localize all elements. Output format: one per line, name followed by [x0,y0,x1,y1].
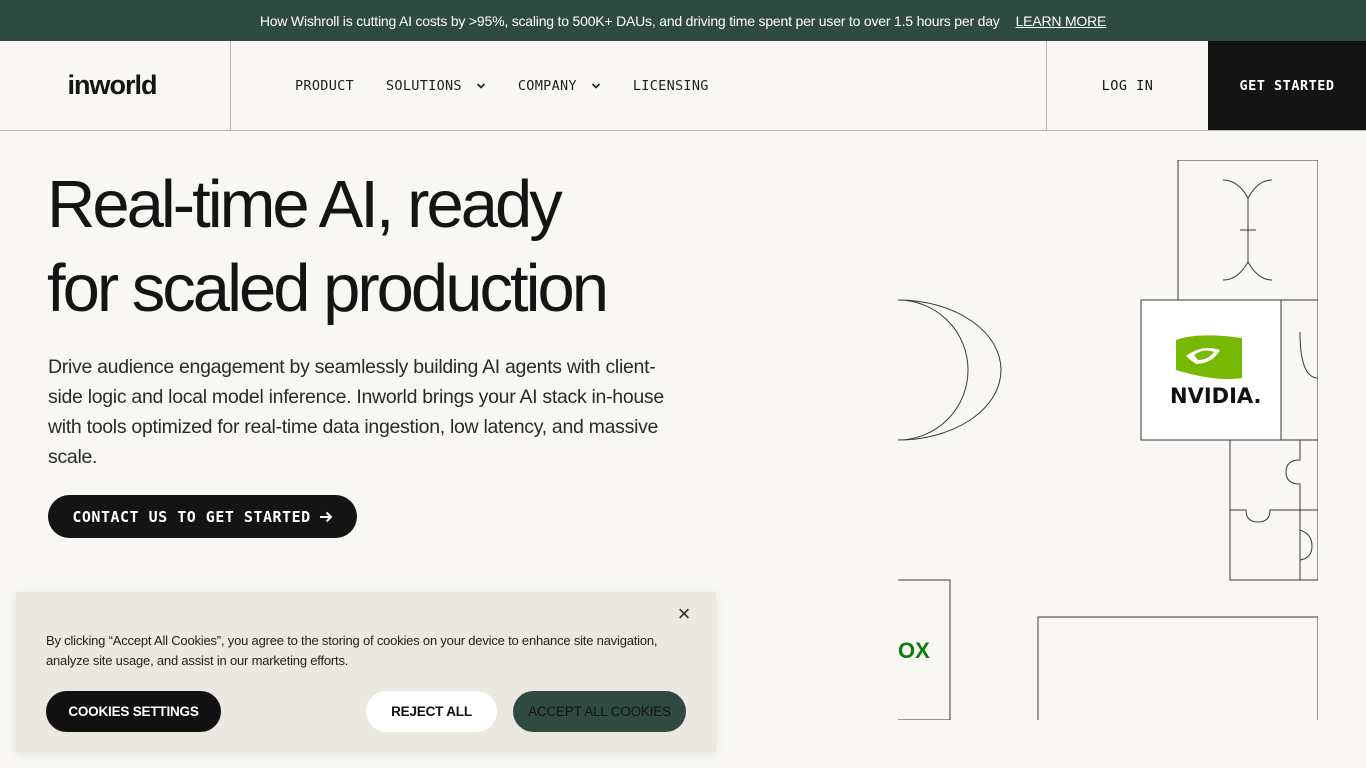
accept-all-cookies-button[interactable]: ACCEPT ALL COOKIES [513,691,686,732]
get-started-label: GET STARTED [1239,77,1335,94]
reject-all-button[interactable]: REJECT ALL [366,691,497,732]
abstract-glyph [1222,179,1273,281]
circle-shape [898,299,1002,441]
nav-item-licensing[interactable]: LICENSING [633,78,709,94]
inworld-logo: inworld [67,70,158,100]
arrow-right-icon [319,511,333,522]
logo-link[interactable]: inworld [0,41,231,130]
login-button[interactable]: LOG IN [1046,41,1208,130]
contact-us-label: CONTACT US TO GET STARTED [72,507,311,526]
headline-line-2: for scaled production [47,251,609,326]
chevron-down-icon [591,82,600,89]
close-icon[interactable]: × [676,603,692,625]
nav-item-label: SOLUTIONS [386,77,462,94]
cookie-message: By clicking “Accept All Cookies”, you ag… [46,633,658,668]
partner-logos-illustration: NVIDIA. OX [898,160,1318,720]
main-menu: PRODUCT SOLUTIONS COMPANY LICENSING [295,41,741,130]
contact-us-button[interactable]: CONTACT US TO GET STARTED [48,495,357,538]
hero-description: Drive audience engagement by seamlessly … [48,356,664,468]
nav-item-label: LICENSING [632,77,709,94]
banner-text: How Wishroll is cutting AI costs by >95%… [259,12,1000,29]
nav-item-solutions[interactable]: SOLUTIONS [386,78,486,94]
login-label: LOG IN [1101,77,1154,94]
headline-line-1: Real-time AI, ready [47,167,563,242]
nav-item-product[interactable]: PRODUCT [295,78,354,94]
announcement-banner: How Wishroll is cutting AI costs by >95%… [0,0,1366,41]
chevron-down-icon [476,82,485,89]
xbox-wordmark-partial: OX [898,638,930,663]
cookie-banner: × By clicking “Accept All Cookies”, you … [16,592,716,752]
get-started-button[interactable]: GET STARTED [1208,41,1366,130]
learn-more-link[interactable]: LEARN MORE [1016,13,1107,29]
page-title: Real-time AI, ready for scaled productio… [47,163,747,331]
nvidia-wordmark: NVIDIA. [1170,384,1262,408]
nav-item-label: PRODUCT [295,77,354,94]
nav-item-company[interactable]: COMPANY [518,78,601,94]
nav-item-label: COMPANY [517,77,577,94]
top-navigation: inworld PRODUCT SOLUTIONS COMPANY LICENS… [0,41,1366,131]
cookies-settings-button[interactable]: COOKIES SETTINGS [46,691,221,732]
